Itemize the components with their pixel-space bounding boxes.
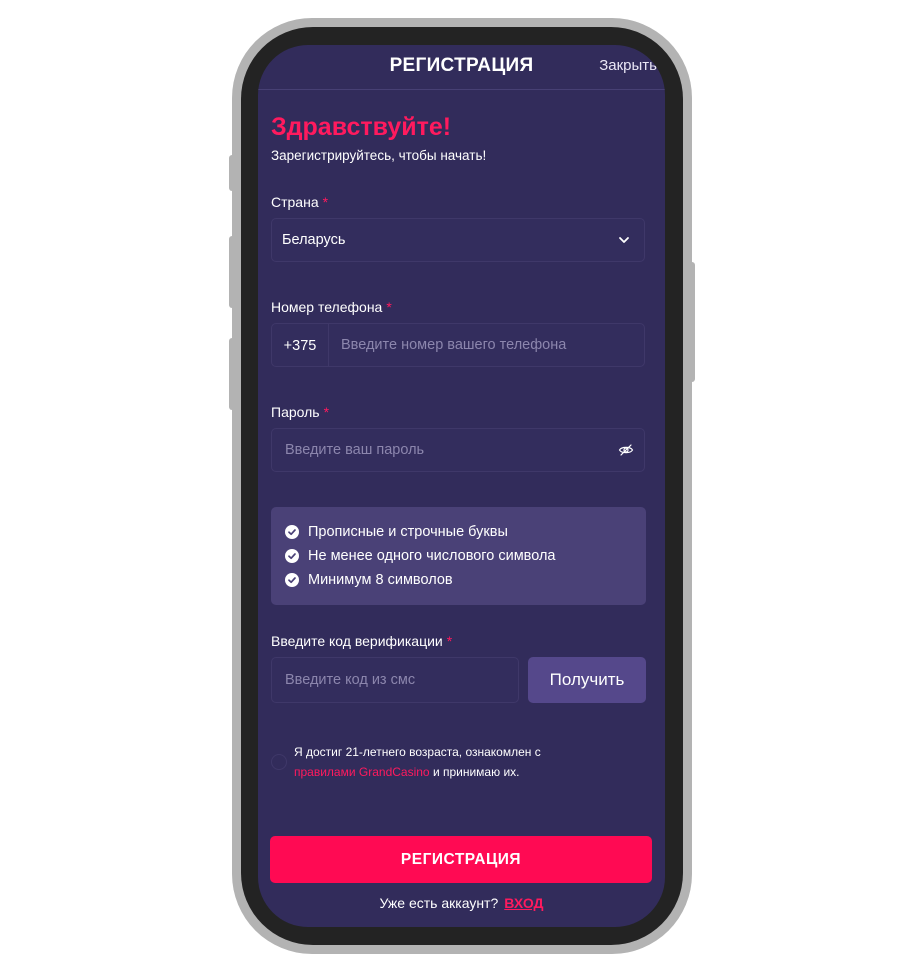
chevron-down-icon [619, 237, 629, 243]
agreement-text: Я достиг 21-летнего возраста, ознакомлен… [294, 742, 594, 782]
password-label-text: Пароль [271, 404, 320, 420]
check-circle-icon [285, 525, 299, 539]
get-code-button[interactable]: Получить [528, 657, 646, 703]
phone-label-text: Номер телефона [271, 299, 383, 315]
verification-label-text: Введите код верификации [271, 633, 443, 649]
phone-prefix: +375 [272, 324, 329, 366]
login-link[interactable]: ВХОД [504, 895, 543, 911]
password-rule: Прописные и строчные буквы [285, 524, 508, 540]
password-rules-box: Прописные и строчные буквы Не менее одно… [271, 507, 646, 605]
verification-code-input[interactable]: Введите код из смс [271, 657, 519, 703]
check-circle-icon [285, 549, 299, 563]
required-mark: * [386, 299, 392, 315]
phone-side-button [229, 236, 235, 308]
required-mark: * [446, 633, 453, 649]
agreement-text-after: и принимаю их. [432, 765, 520, 779]
register-button[interactable]: РЕГИСТРАЦИЯ [270, 836, 652, 883]
password-rule: Не менее одного числового символа [285, 548, 556, 564]
country-label: Страна * [271, 194, 328, 210]
close-button[interactable]: Закрыть [599, 57, 657, 74]
login-prompt: Уже есть аккаунт? ВХОД [258, 895, 665, 911]
password-field[interactable]: Введите ваш пароль [271, 428, 645, 472]
phone-side-button [229, 155, 235, 191]
agreement-checkbox[interactable] [271, 754, 287, 770]
password-rule-text: Не менее одного числового символа [308, 548, 556, 564]
greeting-title: Здравствуйте! [271, 113, 452, 141]
phone-label: Номер телефона * [271, 299, 392, 315]
password-rule-text: Минимум 8 символов [308, 572, 453, 588]
header-divider [258, 89, 665, 90]
password-rule: Минимум 8 символов [285, 572, 453, 588]
login-question: Уже есть аккаунт? [379, 895, 499, 911]
password-rule-text: Прописные и строчные буквы [308, 524, 508, 540]
rules-link[interactable]: правилами GrandCasino [294, 765, 430, 779]
registration-screen: РЕГИСТРАЦИЯ Закрыть Здравствуйте! Зареги… [258, 45, 665, 927]
agreement-text-before: Я достиг 21-летнего возраста, ознакомлен… [294, 745, 541, 759]
eye-off-icon[interactable] [618, 442, 634, 458]
phone-placeholder: Введите номер вашего телефона [341, 337, 567, 353]
country-label-text: Страна [271, 194, 319, 210]
country-select[interactable]: Беларусь [271, 218, 645, 262]
phone-side-button [689, 262, 695, 382]
verification-label: Введите код верификации * [271, 633, 452, 649]
country-select-value: Беларусь [282, 232, 346, 248]
check-circle-icon [285, 573, 299, 587]
phone-side-button [229, 338, 235, 410]
phone-field[interactable]: +375 Введите номер вашего телефона [271, 323, 645, 367]
verification-code-placeholder: Введите код из смс [285, 672, 416, 688]
required-mark: * [322, 194, 329, 210]
greeting-subtitle: Зарегистрируйтесь, чтобы начать! [271, 148, 487, 163]
password-placeholder: Введите ваш пароль [285, 442, 425, 458]
password-label: Пароль * [271, 404, 329, 420]
required-mark: * [323, 404, 330, 420]
